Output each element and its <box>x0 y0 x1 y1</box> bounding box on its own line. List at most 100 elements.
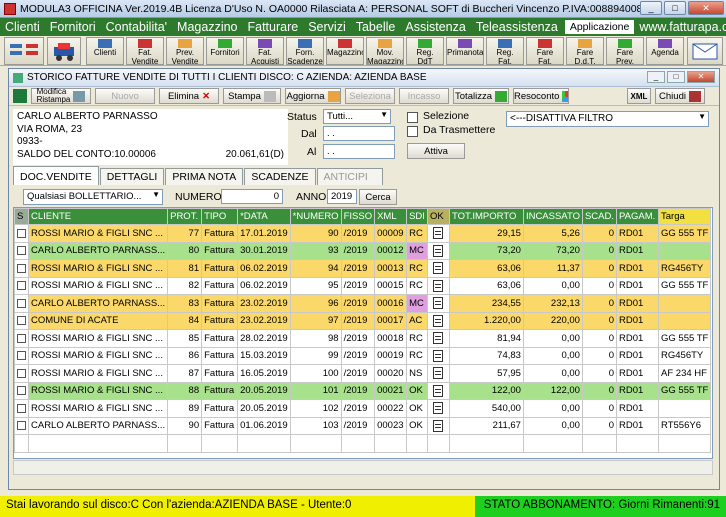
pdf-document-icon[interactable] <box>433 314 444 327</box>
table-row[interactable]: ROSSI MARIO & FIGLI SNC ... 89 Fattura 20.0… <box>14 399 712 418</box>
anno-input[interactable]: 2019 <box>327 189 357 204</box>
pdf-document-icon[interactable] <box>433 402 444 415</box>
window-maximize-button[interactable]: □ <box>667 71 685 83</box>
totalizza-button[interactable]: Totalizza <box>453 88 509 104</box>
row-checkbox[interactable] <box>17 333 26 343</box>
pdf-document-icon[interactable] <box>433 244 444 257</box>
tab-anticipi[interactable]: ANTICIPI <box>316 168 383 185</box>
row-checkbox[interactable] <box>17 298 26 308</box>
table-row[interactable]: CARLO ALBERTO PARNASS... 80 Fattura 30.01.2… <box>14 241 712 260</box>
row-checkbox[interactable] <box>17 368 26 378</box>
toolbar-button-8[interactable]: Reg. DdT Acquisto <box>406 37 444 65</box>
tab-doc-vendite[interactable]: DOC.VENDITE <box>13 166 99 185</box>
toolbar-button-14[interactable]: Agenda <box>646 37 684 65</box>
menu-tabelle[interactable]: Tabelle <box>351 20 401 34</box>
pdf-document-icon[interactable] <box>433 297 444 310</box>
row-checkbox[interactable] <box>17 316 26 326</box>
row-checkbox[interactable] <box>17 421 26 431</box>
table-row[interactable]: COMUNE DI ACATE 84 Fattura 23.02.2019 97/201… <box>14 311 712 330</box>
toolbar-button-4[interactable]: Fat. Acquisti <box>246 37 284 65</box>
maximize-button[interactable]: □ <box>664 1 686 15</box>
col-tipo[interactable]: TIPO <box>201 208 239 225</box>
excel-icon[interactable] <box>13 89 27 103</box>
row-checkbox[interactable] <box>17 246 26 256</box>
col-fisso[interactable]: FISSO <box>340 208 376 225</box>
table-row[interactable]: ROSSI MARIO & FIGLI SNC ... 81 Fattura 06.0… <box>14 259 712 278</box>
toolbar-button-2[interactable]: Prev. Vendite <box>166 37 204 65</box>
row-checkbox[interactable] <box>17 403 26 413</box>
pdf-document-icon[interactable] <box>433 349 444 362</box>
menu-website[interactable]: www.fatturapa.com <box>634 20 726 34</box>
table-row[interactable]: ROSSI MARIO & FIGLI SNC ... 85 Fattura 28.0… <box>14 329 712 348</box>
seleziona-button[interactable]: Seleziona <box>345 88 395 104</box>
car-icon-button[interactable] <box>47 37 81 65</box>
tab-dettagli[interactable]: DETTAGLI <box>99 168 165 185</box>
col-xml[interactable]: XML <box>374 208 408 225</box>
window-minimize-button[interactable]: _ <box>647 71 665 83</box>
pdf-document-icon[interactable] <box>433 279 444 292</box>
pdf-document-icon[interactable] <box>433 227 444 240</box>
toolbar-button-7[interactable]: Mov. Magazzino <box>366 37 404 65</box>
menu-servizi[interactable]: Servizi <box>303 20 351 34</box>
table-row[interactable]: CARLO ALBERTO PARNASS... 83 Fattura 23.02.2… <box>14 294 712 313</box>
resoconto-button[interactable]: Resoconto <box>513 88 569 104</box>
attiva-button[interactable]: Attiva <box>407 143 465 159</box>
pdf-document-icon[interactable] <box>433 262 444 275</box>
window-close-button[interactable]: ✕ <box>687 71 715 83</box>
row-checkbox[interactable] <box>17 228 26 238</box>
bollettario-select[interactable]: Qualsiasi BOLLETTARIO... ▼ <box>23 189 163 205</box>
dal-date-input[interactable]: . . <box>323 126 395 141</box>
row-checkbox[interactable] <box>17 351 26 361</box>
col-numero[interactable]: *NUMERO <box>289 208 342 225</box>
menu-teleassistenza[interactable]: Teleassistenza <box>471 20 563 34</box>
toolbar-button-0[interactable]: Clienti <box>86 37 124 65</box>
tools-icon-button[interactable] <box>4 37 44 65</box>
col-sdi[interactable]: SDI <box>406 208 428 225</box>
status-select[interactable]: Tutti... ▼ <box>323 109 391 124</box>
row-checkbox[interactable] <box>17 281 26 291</box>
stampa-button[interactable]: Stampa <box>223 88 281 104</box>
menu-assistenza[interactable]: Assistenza <box>400 20 470 34</box>
cerca-button[interactable]: Cerca <box>359 189 397 205</box>
menu-clienti[interactable]: Clienti <box>0 20 45 34</box>
table-row[interactable]: ROSSI MARIO & FIGLI SNC ... 77 Fattura 17.0… <box>14 224 712 243</box>
pdf-document-icon[interactable] <box>433 332 444 345</box>
tab-scadenze[interactable]: SCADENZE <box>244 168 316 185</box>
incasso-button[interactable]: Incasso <box>399 88 449 104</box>
table-row[interactable]: ROSSI MARIO & FIGLI SNC ... 82 Fattura 06.0… <box>14 276 712 295</box>
menu-applicazione[interactable]: Applicazione <box>564 20 635 34</box>
minimize-button[interactable]: _ <box>640 1 662 15</box>
trasmettere-checkbox[interactable] <box>407 126 418 137</box>
col-ok[interactable]: OK <box>426 208 450 225</box>
row-checkbox[interactable] <box>17 386 26 396</box>
elimina-button[interactable]: Elimina ✕ <box>159 88 219 104</box>
toolbar-button-5[interactable]: Forn. Scadenze <box>286 37 324 65</box>
numero-input[interactable]: 0 <box>221 189 283 204</box>
nuovo-button[interactable]: Nuovo <box>95 88 155 104</box>
col-pagam[interactable]: PAGAM. <box>616 208 660 225</box>
modifica-ristampa-button[interactable]: Modifica Ristampa <box>31 88 91 104</box>
toolbar-button-1[interactable]: Fat. Vendite <box>126 37 164 65</box>
toolbar-button-13[interactable]: Fare Prev. Vendita <box>606 37 644 65</box>
close-button[interactable]: ✕ <box>688 1 724 15</box>
toolbar-button-11[interactable]: Fare Fat. Immediata <box>526 37 564 65</box>
mail-button[interactable] <box>687 37 723 65</box>
pdf-document-icon[interactable] <box>433 367 444 380</box>
table-row[interactable]: ROSSI MARIO & FIGLI SNC ... 87 Fattura 16.0… <box>14 364 712 383</box>
menu-fornitori[interactable]: Fornitori <box>45 20 101 34</box>
row-checkbox[interactable] <box>17 263 26 273</box>
horizontal-scrollbar[interactable] <box>13 460 713 475</box>
xml-button[interactable]: XML <box>627 88 651 104</box>
table-row[interactable]: ROSSI MARIO & FIGLI SNC ... 86 Fattura 15.0… <box>14 346 712 365</box>
col-scad[interactable]: SCAD. <box>581 208 618 225</box>
toolbar-button-6[interactable]: Magazzino <box>326 37 364 65</box>
menu-magazzino[interactable]: Magazzino <box>172 20 242 34</box>
chiudi-button[interactable]: Chiudi <box>655 88 705 104</box>
col-s[interactable]: S <box>14 208 29 225</box>
tab-prima-nota[interactable]: PRIMA NOTA <box>165 168 244 185</box>
toolbar-button-3[interactable]: Fornitori <box>206 37 244 65</box>
selezione-checkbox[interactable] <box>407 112 418 123</box>
toolbar-button-12[interactable]: Fare D.d.T. <box>566 37 604 65</box>
table-row[interactable]: CARLO ALBERTO PARNASS... 90 Fattura 01.06.2… <box>14 416 712 435</box>
pdf-document-icon[interactable] <box>433 384 444 397</box>
